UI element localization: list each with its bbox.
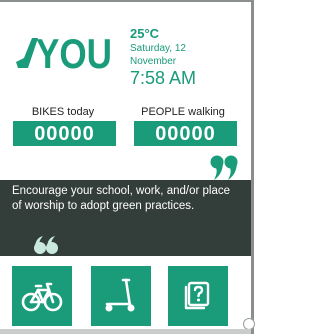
bikes-counter: 00000 — [13, 121, 116, 146]
logo-graphic: YOU — [16, 30, 112, 72]
brand-logo: YOU — [16, 28, 116, 72]
quiz-icon — [184, 281, 210, 310]
open-quote-icon — [33, 236, 59, 261]
people-counter-label: PEOPLE walking — [141, 106, 225, 118]
quiz-tile-button[interactable] — [168, 266, 228, 326]
close-quote-icon — [210, 154, 240, 187]
window-top-border — [0, 0, 254, 2]
scooter-icon — [105, 278, 135, 312]
bikes-counter-label: BIKES today — [31, 106, 95, 118]
window-right-border — [251, 0, 254, 334]
weather-widget: 25°C Saturday, 12 November 7:58 AM — [130, 26, 248, 88]
clock-time: 7:58 AM — [130, 68, 197, 88]
bike-tile-button[interactable] — [12, 266, 72, 326]
people-counter: 00000 — [134, 121, 237, 146]
bicycle-icon — [21, 282, 63, 312]
logo-text: YOU — [36, 30, 112, 72]
tip-text: Encourage your school, work, and/or plac… — [12, 185, 230, 212]
scooter-tile-button[interactable] — [91, 266, 151, 326]
horizontal-scrollbar[interactable] — [0, 329, 251, 334]
temperature: 25°C — [130, 26, 160, 41]
date-day: Saturday, 12 — [130, 43, 186, 54]
date-month: November — [130, 56, 177, 67]
